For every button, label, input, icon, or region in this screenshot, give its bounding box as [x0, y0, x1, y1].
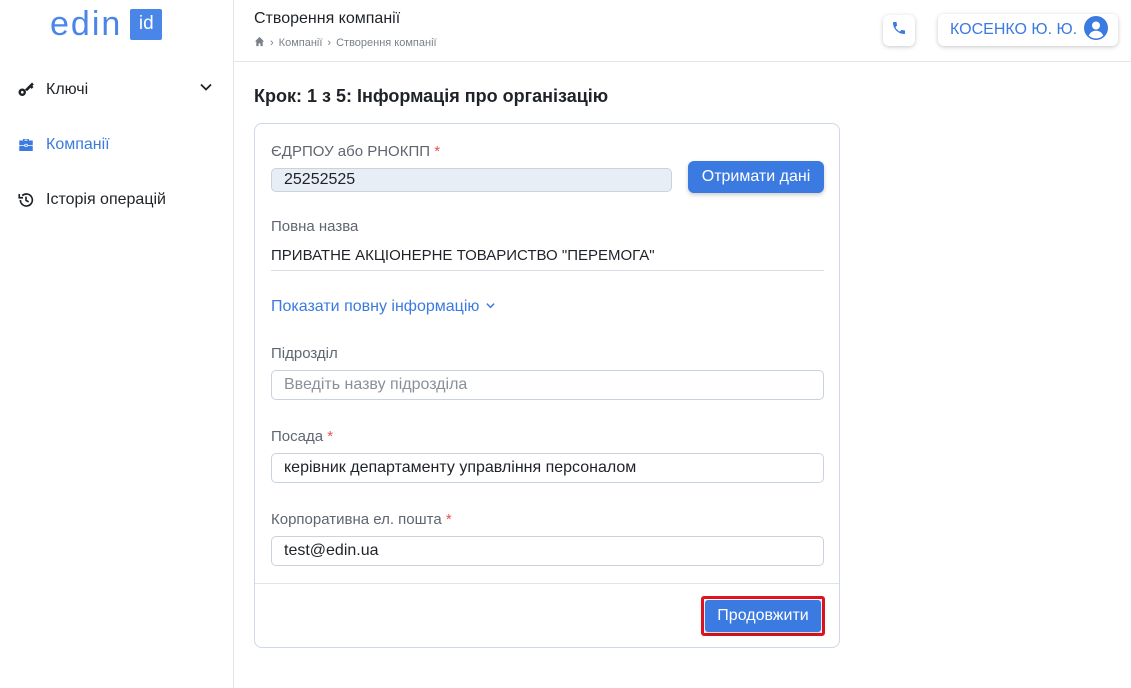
email-label-text: Корпоративна ел. пошта	[271, 511, 442, 528]
show-full-info-link[interactable]: Показати повну інформацію	[271, 298, 496, 316]
sidebar-item-keys[interactable]: Ключі	[0, 62, 233, 117]
position-label-text: Посада	[271, 428, 324, 445]
sidebar-item-label: Історія операцій	[46, 190, 166, 208]
required-mark: *	[445, 511, 452, 528]
full-name-value: ПРИВАТНЕ АКЦІОНЕРНЕ ТОВАРИСТВО "ПЕРЕМОГА…	[271, 247, 824, 271]
sidebar-item-companies[interactable]: Компанії	[0, 117, 233, 172]
history-icon	[16, 190, 36, 210]
edrpou-input[interactable]: 25252525	[271, 168, 672, 192]
phone-button[interactable]	[883, 15, 915, 46]
user-name: КОСЕНКО Ю. Ю.	[950, 21, 1078, 38]
avatar-icon	[1084, 15, 1108, 45]
app-root: edin id Ключі Компанії Історія операцій …	[0, 0, 1131, 688]
phone-icon	[891, 20, 907, 41]
edrpou-label: ЄДРПОУ або РНОКПП *	[271, 143, 440, 160]
sidebar: edin id Ключі Компанії Історія операцій	[0, 0, 234, 688]
sidebar-nav: Ключі Компанії Історія операцій	[0, 62, 233, 227]
edrpou-value: 25252525	[284, 171, 356, 188]
user-menu-button[interactable]: КОСЕНКО Ю. Ю.	[938, 14, 1118, 46]
chevron-right-icon: ›	[327, 37, 332, 49]
chevron-down-icon	[485, 298, 496, 316]
required-mark: *	[434, 143, 441, 160]
full-name-label: Повна назва	[271, 218, 359, 235]
logo[interactable]: edin id	[50, 5, 163, 43]
logo-badge: id	[130, 8, 163, 40]
email-label: Корпоративна ел. пошта *	[271, 511, 452, 528]
sidebar-item-label: Ключі	[46, 80, 89, 98]
position-input[interactable]: керівник департаменту управління персона…	[271, 453, 824, 483]
division-input[interactable]: Введіть назву підрозділа	[271, 370, 824, 400]
logo-word: edin	[50, 5, 123, 43]
breadcrumb: › Компанії › Створення компанії	[254, 36, 437, 50]
briefcase-icon	[16, 135, 36, 155]
breadcrumb-item-companies[interactable]: Компанії	[279, 37, 323, 49]
home-icon[interactable]	[254, 36, 265, 50]
page-title: Створення компанії	[254, 10, 401, 27]
required-mark: *	[327, 428, 334, 445]
top-header: Створення компанії › Компанії › Створенн…	[234, 0, 1131, 62]
continue-button[interactable]: Продовжити	[705, 600, 821, 632]
division-label: Підрозділ	[271, 345, 338, 362]
card-footer-divider	[255, 583, 839, 584]
key-icon	[16, 80, 36, 100]
sidebar-item-history[interactable]: Історія операцій	[0, 172, 233, 227]
edrpou-label-text: ЄДРПОУ або РНОКПП	[271, 143, 431, 160]
email-input[interactable]: test@edin.ua	[271, 536, 824, 566]
position-label: Посада *	[271, 428, 333, 445]
organization-form-card: ЄДРПОУ або РНОКПП * 25252525 Отримати да…	[254, 123, 840, 648]
sidebar-item-label: Компанії	[46, 135, 110, 153]
step-title: Крок: 1 з 5: Інформація про організацію	[254, 86, 609, 106]
show-full-info-text: Показати повну інформацію	[271, 298, 480, 315]
breadcrumb-item-current: Створення компанії	[336, 37, 437, 49]
chevron-down-icon	[199, 80, 213, 99]
chevron-right-icon: ›	[270, 37, 274, 49]
fetch-data-button[interactable]: Отримати дані	[688, 161, 824, 193]
